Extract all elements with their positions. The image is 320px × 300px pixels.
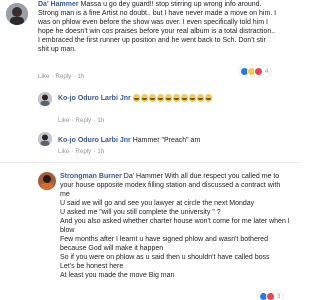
person-photo-icon (38, 172, 56, 190)
laughing-emoji-icon (148, 94, 157, 102)
reaction-count: 3 (277, 293, 281, 300)
comment-strongman-burner: Strongman Burner Da' Hammer With all due… (60, 172, 290, 280)
comment-body: Hammer "Preach" am (132, 137, 201, 144)
person-photo-icon (38, 132, 52, 146)
comment-kojo-2: Ko-jo Oduro Larbi Jnr Hammer "Preach" am (58, 136, 288, 145)
reply-link[interactable]: Reply (55, 73, 71, 80)
comment-text: Ko-jo Oduro Larbi Jnr Hammer "Preach" am (58, 136, 288, 145)
comment-author-link[interactable]: Strongman Burner (60, 173, 122, 180)
like-link[interactable]: Like (58, 117, 69, 124)
person-photo-icon (6, 3, 28, 25)
avatar-kojo[interactable] (38, 92, 52, 106)
reaction-summary[interactable]: 4 (239, 66, 272, 77)
love-reaction-icon (266, 292, 275, 300)
laughing-emoji-icon (164, 94, 173, 102)
comment-actions: Like · Reply · 1h (38, 73, 85, 80)
comment-author-link[interactable]: Ko-jo Oduro Larbi Jnr (58, 137, 131, 144)
comment-author-link[interactable]: Da' Hammer (38, 1, 79, 8)
comment-author-link[interactable]: Ko-jo Oduro Larbi Jnr (58, 95, 131, 102)
comment-actions: Like · Reply · 1h (58, 148, 105, 155)
laughing-emoji-icon (204, 94, 213, 102)
comment-text: Strongman Burner Da' Hammer With all due… (60, 172, 290, 280)
reaction-count: 4 (265, 68, 269, 75)
like-link[interactable]: Like (38, 73, 49, 80)
laugh-emoji-row (132, 94, 213, 102)
laughing-emoji-icon (188, 94, 197, 102)
comment-actions: Like · Reply · 1h (58, 117, 105, 124)
avatar-strongman-burner[interactable] (38, 172, 56, 190)
comment-body: Massa u go dey guard!! stop stirring up … (38, 1, 277, 53)
laughing-emoji-icon (180, 94, 189, 102)
divider (0, 162, 300, 163)
comment-text: Da' Hammer Massa u go dey guard!! stop s… (38, 0, 278, 54)
comment-kojo-1: Ko-jo Oduro Larbi Jnr (58, 94, 288, 103)
avatar-da-hammer[interactable] (6, 3, 28, 25)
laughing-emoji-icon (196, 94, 205, 102)
laughing-emoji-icon (156, 94, 165, 102)
comment-time: 1h (97, 117, 105, 124)
reply-link[interactable]: Reply (75, 117, 91, 124)
laughing-emoji-icon (140, 94, 149, 102)
like-link[interactable]: Like (58, 148, 69, 155)
comment-body: Da' Hammer With all due respect you call… (60, 173, 290, 279)
reaction-summary[interactable]: 3 (258, 291, 284, 300)
laughing-emoji-icon (132, 94, 141, 102)
avatar-kojo[interactable] (38, 132, 52, 146)
reply-link[interactable]: Reply (75, 148, 91, 155)
laughing-emoji-icon (172, 94, 181, 102)
comment-time: 1h (77, 73, 85, 80)
comment-da-hammer: Da' Hammer Massa u go dey guard!! stop s… (38, 0, 278, 54)
comment-text: Ko-jo Oduro Larbi Jnr (58, 94, 288, 103)
person-photo-icon (38, 92, 52, 106)
love-reaction-icon (254, 67, 263, 76)
comment-time: 1h (97, 148, 105, 155)
